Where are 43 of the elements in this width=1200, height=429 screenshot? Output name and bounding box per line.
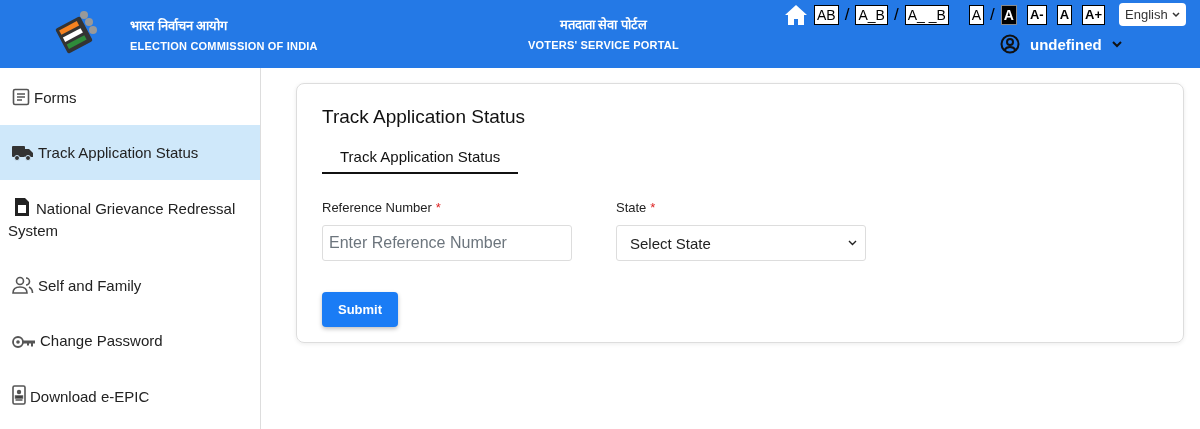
tab[interactable]: Track Application Status [322,142,519,174]
card-title: Track Application Status [322,106,527,128]
reference-number-field[interactable]: Enter Reference Number [322,225,572,261]
sidebar-item[interactable]: Self and Family [0,258,260,313]
chevron-down-icon [848,240,857,246]
id-card-icon [12,385,26,405]
sidebar-item[interactable]: Track Application Status [0,125,260,180]
key-icon [12,335,36,349]
portal-title: VOTERS' SERVICE PORTAL [528,39,679,51]
commission-title-hindi: भारत निर्वाचन आयोग [130,17,229,34]
language-select[interactable]: English [1119,3,1186,26]
document-icon [12,88,30,106]
file-icon [14,197,30,217]
submit-button[interactable]: Submit [322,292,399,327]
letter-spacing-button[interactable]: A_B [855,4,888,25]
sidebar-item[interactable]: Download e-EPIC [0,368,260,424]
field-label: Reference Number [322,200,432,215]
separator: / [893,4,899,25]
required-mark: * [650,200,656,215]
chevron-down-icon [1171,11,1180,18]
home-icon[interactable] [784,3,808,26]
user-icon [1000,34,1020,54]
separator: / [844,4,850,25]
letter-spacing-button[interactable]: A_ _B [904,4,949,25]
state-select[interactable]: Select State [616,225,866,261]
truck-icon [12,145,34,161]
sidebar-item[interactable]: Change Password [0,313,260,368]
commission-title: ELECTION COMMISSION OF INDIA [130,40,318,52]
contrast-button[interactable]: A [1000,4,1017,25]
portal-title-hindi: मतदाता सेवा पोर्टल [559,16,648,33]
required-mark: * [435,200,441,215]
font-size-button[interactable]: A+ [1082,4,1106,25]
contrast-button[interactable]: A [968,4,985,25]
chevron-down-icon [1111,40,1122,48]
people-icon [12,276,34,294]
font-size-button[interactable]: A [1056,4,1073,25]
separator: / [990,4,995,25]
font-size-button[interactable]: A- [1026,4,1047,25]
letter-spacing-button[interactable]: AB [814,4,839,25]
sidebar-item[interactable]: Forms [0,70,260,125]
field-label: State [616,200,647,215]
user-menu[interactable]: undefined [1000,34,1122,54]
sidebar-item[interactable]: National Grievance Redressal System [0,180,260,258]
